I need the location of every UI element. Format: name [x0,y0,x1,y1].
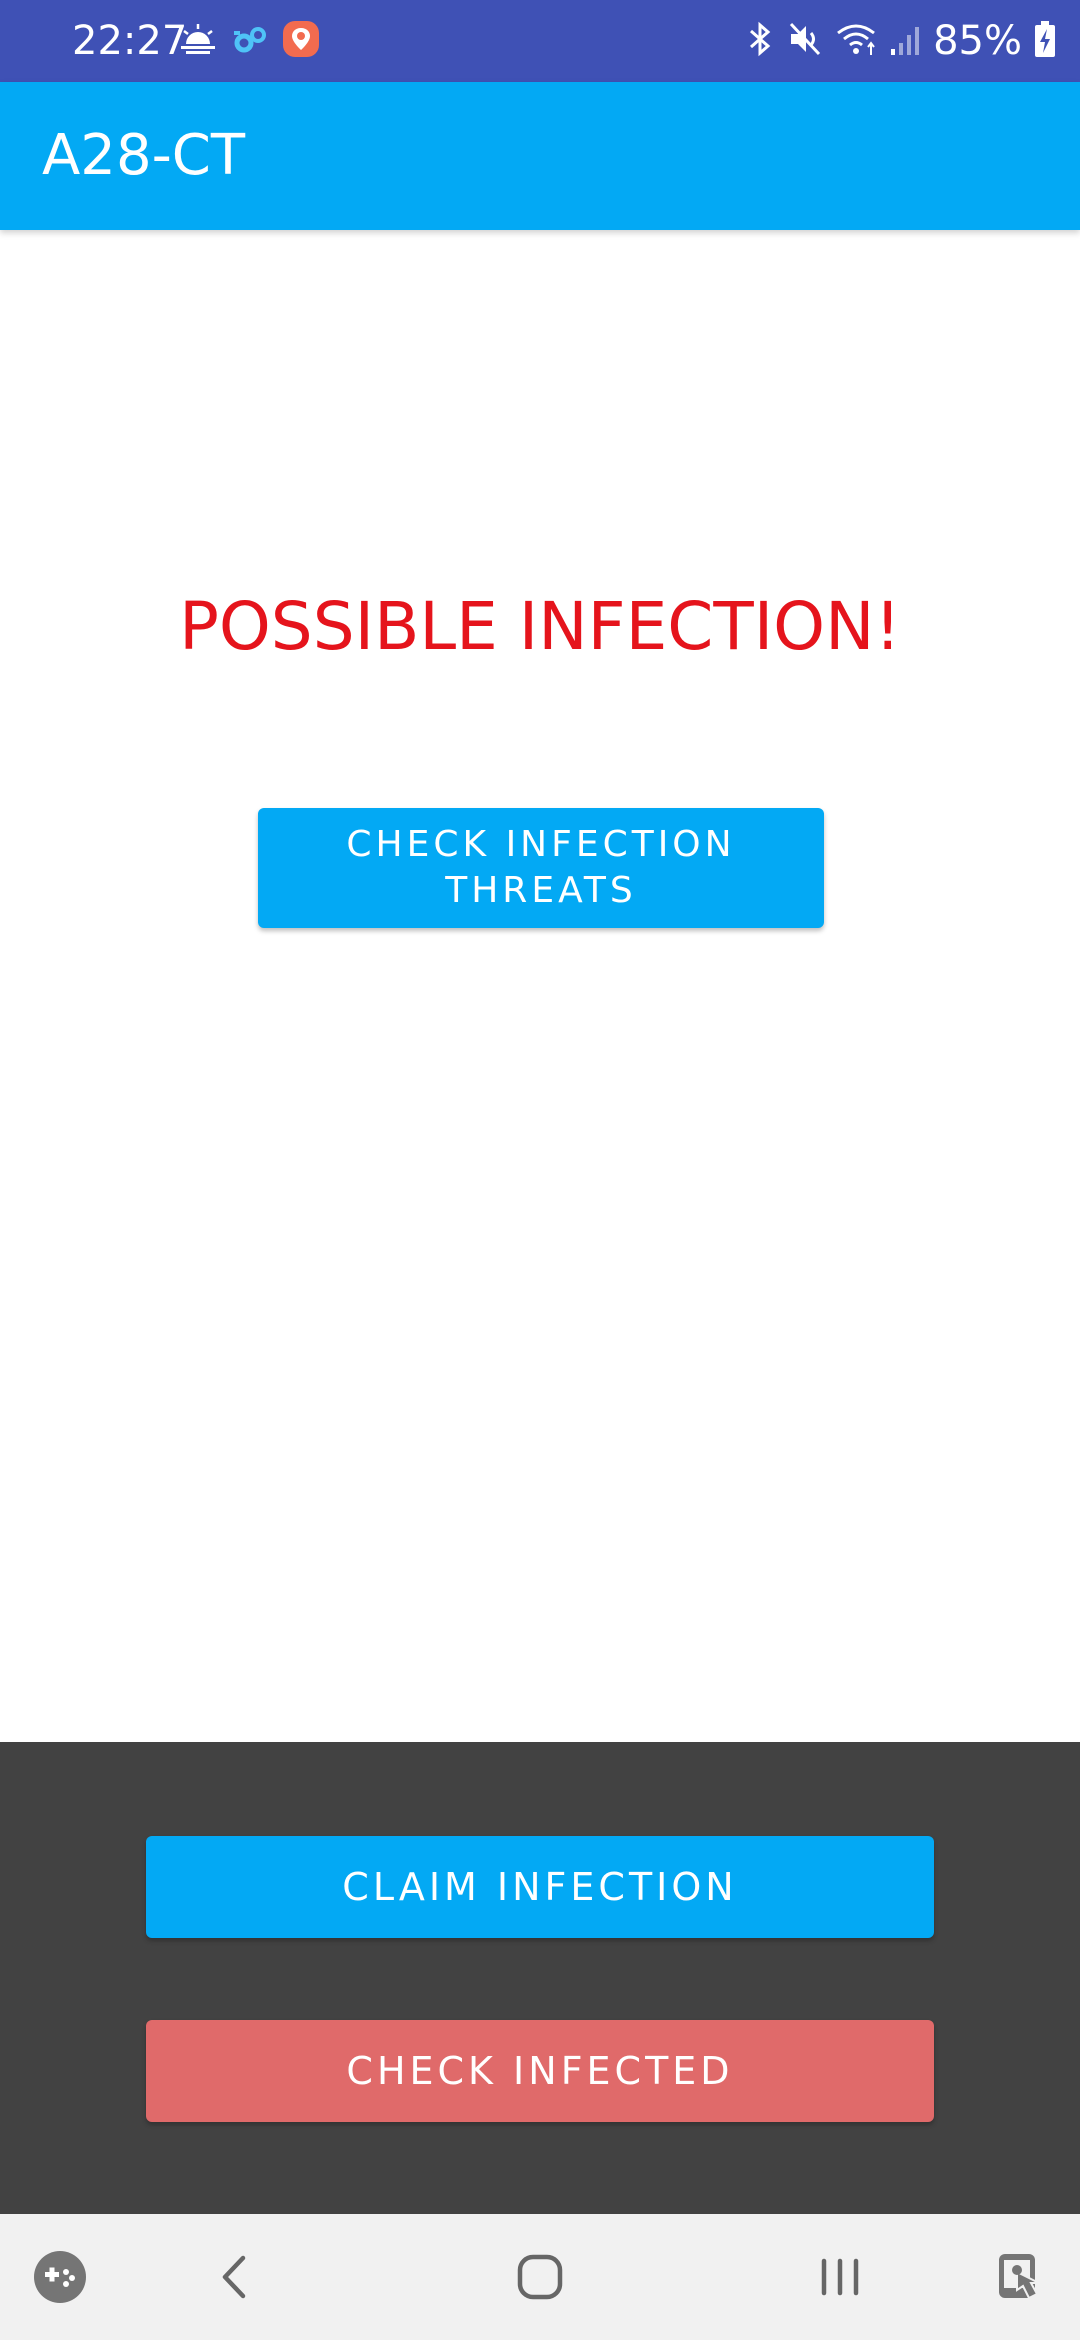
battery-charging-icon [1034,20,1056,62]
check-infection-threats-button[interactable]: CHECK INFECTION THREATS [258,808,824,928]
location-app-icon [282,20,320,62]
weather-icon [178,22,218,60]
home-icon[interactable] [500,2214,580,2340]
status-system-icons: 85% [745,14,1056,68]
back-icon[interactable] [200,2214,270,2340]
battery-percentage: 85% [933,18,1022,64]
bluetooth-icon [745,20,775,62]
status-bar: 22:27 85% [0,0,1080,82]
app-bar: A28-CT [0,82,1080,230]
system-navigation-bar [0,2214,1080,2340]
recents-icon[interactable] [800,2214,880,2340]
mute-icon [787,20,823,62]
claim-infection-button[interactable]: CLAIM INFECTION [146,1836,934,1938]
game-launcher-icon[interactable] [28,2214,92,2340]
app-title: A28-CT [42,123,246,188]
main-content: POSSIBLE INFECTION! CHECK INFECTION THRE… [0,230,1080,1742]
wifi-icon [835,21,877,61]
signal-icon [889,21,921,61]
infection-status-text: POSSIBLE INFECTION! [179,588,901,665]
status-notification-icons [178,18,320,64]
screen: 22:27 85% A28-CT POSSIBLE INFECTION! CHE… [0,0,1080,2340]
settings-sync-icon [232,21,268,61]
bottom-action-panel: CLAIM INFECTION CHECK INFECTED [0,1742,1080,2214]
status-time: 22:27 [72,18,188,64]
check-infected-button[interactable]: CHECK INFECTED [146,2020,934,2122]
touch-protection-icon[interactable] [988,2214,1052,2340]
